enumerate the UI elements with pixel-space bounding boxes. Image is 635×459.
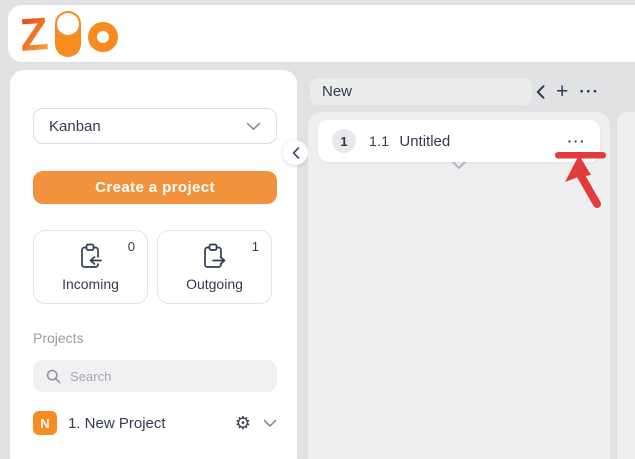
task-card[interactable]: 1 1.1 Untitled ··· — [318, 120, 600, 162]
chevron-left-icon[interactable] — [536, 85, 545, 99]
project-search[interactable] — [33, 360, 277, 392]
create-project-button[interactable]: Create a project — [33, 171, 277, 204]
column-title-input[interactable]: New — [310, 78, 532, 105]
column-more-button[interactable]: ··· — [579, 83, 599, 100]
view-mode-value: Kanban — [49, 118, 101, 135]
task-title: Untitled — [399, 133, 450, 150]
search-icon — [46, 368, 61, 385]
logo-letter-i-shape — [55, 11, 81, 57]
chevron-down-icon[interactable] — [263, 419, 277, 428]
outgoing-label: Outgoing — [186, 276, 243, 292]
task-badge: 1 — [332, 129, 356, 153]
clipboard-arrow-out-icon — [202, 243, 228, 271]
chevron-left-icon — [292, 147, 300, 159]
logo-letter-z: Z — [18, 10, 49, 58]
outgoing-card[interactable]: 1 Outgoing — [157, 230, 272, 304]
stats-row: 0 Incoming 1 Out — [33, 230, 277, 304]
task-number: 1.1 — [369, 133, 389, 149]
sidebar: Kanban Create a project 0 Incoming 1 — [10, 70, 297, 459]
incoming-count: 0 — [128, 239, 135, 254]
view-mode-select[interactable]: Kanban — [33, 108, 277, 144]
next-column-edge — [617, 112, 635, 459]
add-card-button[interactable]: + — [556, 81, 568, 102]
top-bar: Z — [8, 5, 635, 62]
search-input[interactable] — [70, 369, 264, 384]
logo-letter-o-shape — [88, 22, 118, 52]
incoming-card[interactable]: 0 Incoming — [33, 230, 148, 304]
board-controls: + ··· — [536, 78, 599, 105]
project-avatar: N — [33, 411, 57, 435]
outgoing-count: 1 — [252, 239, 259, 254]
projects-section-label: Projects — [33, 330, 277, 346]
zio-logo[interactable]: Z — [20, 11, 118, 57]
chevron-down-icon — [246, 122, 261, 131]
card-menu-button[interactable]: ··· — [568, 133, 587, 149]
logo-i-dot — [57, 13, 79, 35]
project-list-item[interactable]: N 1. New Project ⚙ — [33, 411, 277, 435]
clipboard-arrow-in-icon — [78, 243, 104, 271]
gear-icon[interactable]: ⚙ — [235, 414, 251, 432]
app-window: Z Kanban Create a project 0 Incoming — [0, 0, 635, 459]
incoming-label: Incoming — [62, 276, 119, 292]
project-name: 1. New Project — [68, 415, 235, 432]
column-body: 1 1.1 Untitled ··· — [308, 112, 610, 459]
sidebar-collapse-button[interactable] — [283, 140, 308, 165]
